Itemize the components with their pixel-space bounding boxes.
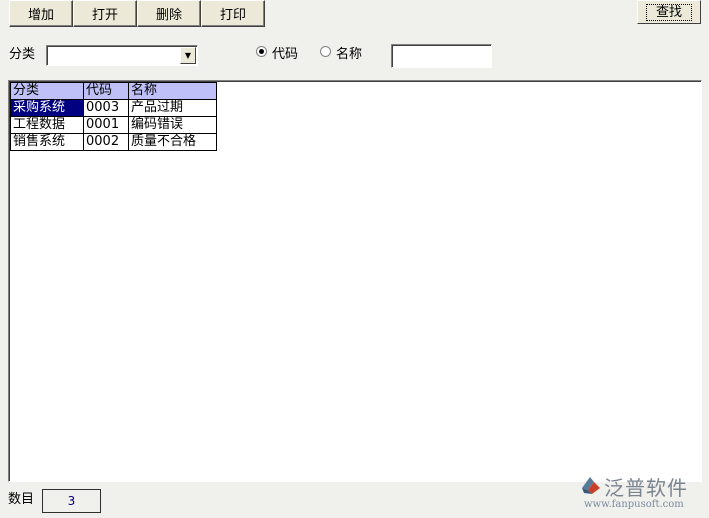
- results-table: 分类 代码 名称 采购系统 0003 产品过期 工程数据 0001 编码错误 销…: [10, 82, 217, 151]
- brand-watermark: 泛普软件 www.fanpusoft.com: [580, 472, 704, 518]
- table-header-row: 分类 代码 名称: [10, 82, 217, 100]
- cell-code[interactable]: 0003: [83, 99, 129, 117]
- delete-button[interactable]: 删除: [137, 0, 201, 27]
- brand-name: 泛普软件: [604, 476, 688, 500]
- open-button[interactable]: 打开: [73, 0, 137, 27]
- brand-url: www.fanpusoft.com: [584, 499, 684, 510]
- search-input[interactable]: [391, 44, 492, 68]
- chevron-down-icon[interactable]: ▼: [180, 47, 196, 64]
- category-select[interactable]: ▼: [46, 45, 198, 66]
- column-header-code[interactable]: 代码: [83, 82, 129, 100]
- radio-code[interactable]: [256, 46, 267, 57]
- column-header-category[interactable]: 分类: [10, 82, 84, 100]
- count-value: 3: [42, 489, 101, 513]
- radio-name-label: 名称: [336, 47, 363, 62]
- add-button[interactable]: 增加: [9, 0, 73, 27]
- cell-code[interactable]: 0001: [83, 116, 129, 134]
- radio-name[interactable]: [320, 46, 331, 57]
- find-button[interactable]: 查找: [637, 0, 701, 24]
- table-row[interactable]: 采购系统 0003 产品过期: [10, 99, 217, 117]
- cell-name[interactable]: 质量不合格: [128, 133, 217, 151]
- find-button-label: 查找: [645, 3, 692, 21]
- print-button[interactable]: 打印: [201, 0, 265, 27]
- column-header-name[interactable]: 名称: [128, 82, 217, 100]
- cell-category[interactable]: 采购系统: [10, 99, 84, 117]
- brand-logo-icon: [582, 477, 600, 494]
- results-grid[interactable]: 分类 代码 名称 采购系统 0003 产品过期 工程数据 0001 编码错误 销…: [8, 80, 702, 482]
- count-label: 数目: [8, 492, 35, 507]
- radio-code-label: 代码: [272, 47, 299, 62]
- cell-category[interactable]: 销售系统: [10, 133, 84, 151]
- table-row[interactable]: 销售系统 0002 质量不合格: [10, 133, 217, 151]
- cell-category[interactable]: 工程数据: [10, 116, 84, 134]
- cell-name[interactable]: 产品过期: [128, 99, 217, 117]
- cell-name[interactable]: 编码错误: [128, 116, 217, 134]
- cell-code[interactable]: 0002: [83, 133, 129, 151]
- table-row[interactable]: 工程数据 0001 编码错误: [10, 116, 217, 134]
- category-label: 分类: [9, 47, 36, 62]
